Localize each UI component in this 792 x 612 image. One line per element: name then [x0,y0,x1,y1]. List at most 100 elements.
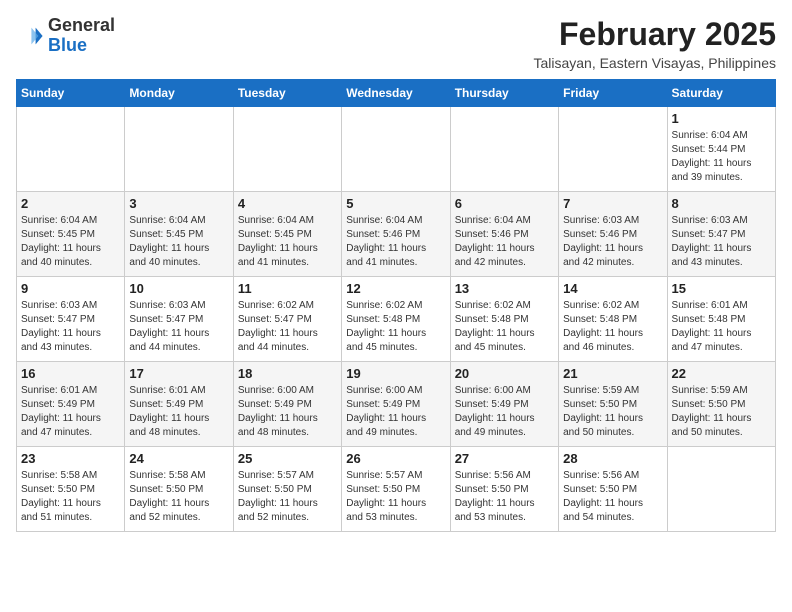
calendar-cell: 24Sunrise: 5:58 AM Sunset: 5:50 PM Dayli… [125,447,233,532]
calendar-cell: 4 Sunrise: 6:04 AM Sunset: 5:45 PM Daylig… [233,192,341,277]
day-number: 10 [129,281,228,296]
calendar-cell: 5 Sunrise: 6:04 AM Sunset: 5:46 PM Daylig… [342,192,450,277]
calendar-cell: 6 Sunrise: 6:04 AM Sunset: 5:46 PM Daylig… [450,192,558,277]
header-monday: Monday [125,80,233,107]
day-info: Sunrise: 6:03 AM Sunset: 5:47 PM Dayligh… [672,214,771,270]
calendar-cell: 3 Sunrise: 6:04 AM Sunset: 5:45 PM Daylig… [125,192,233,277]
calendar-week-row: 1 Sunrise: 6:04 AM Sunset: 5:44 PM Daylig… [17,107,776,192]
calendar-cell: 28 Sunrise: 5:56 AM Sunset: 5:50 PM Dayli… [559,447,667,532]
calendar-cell: 18 Sunrise: 6:00 AM Sunset: 5:49 PM Dayli… [233,362,341,447]
calendar-cell: 14 Sunrise: 6:02 AM Sunset: 5:48 PM Dayli… [559,277,667,362]
day-number: 28 [563,451,662,466]
calendar-week-row: 2 Sunrise: 6:04 AM Sunset: 5:45 PM Daylig… [17,192,776,277]
calendar-week-row: 16 Sunrise: 6:01 AM Sunset: 5:49 PM Dayli… [17,362,776,447]
day-number: 7 [563,196,662,211]
day-info: Sunrise: 6:02 AM Sunset: 5:48 PM Dayligh… [346,299,445,355]
header-saturday: Saturday [667,80,775,107]
day-info: Sunrise: 6:00 AM Sunset: 5:49 PM Dayligh… [455,384,554,440]
day-info: Sunrise: 5:56 AM Sunset: 5:50 PM Dayligh… [563,469,662,525]
calendar-table: SundayMondayTuesdayWednesdayThursdayFrid… [16,79,776,532]
calendar-cell: 17 Sunrise: 6:01 AM Sunset: 5:49 PM Dayli… [125,362,233,447]
logo-blue-text: Blue [48,35,87,55]
day-info: Sunrise: 6:04 AM Sunset: 5:44 PM Dayligh… [672,129,771,185]
day-info: Sunrise: 6:04 AM Sunset: 5:46 PM Dayligh… [455,214,554,270]
day-info: Sunrise: 6:01 AM Sunset: 5:49 PM Dayligh… [129,384,228,440]
day-number: 11 [238,281,337,296]
day-number: 1 [672,111,771,126]
calendar-cell: 22 Sunrise: 5:59 AM Sunset: 5:50 PM Dayli… [667,362,775,447]
day-number: 15 [672,281,771,296]
calendar-cell: 15Sunrise: 6:01 AM Sunset: 5:48 PM Dayli… [667,277,775,362]
day-info: Sunrise: 6:02 AM Sunset: 5:48 PM Dayligh… [563,299,662,355]
calendar-cell: 1 Sunrise: 6:04 AM Sunset: 5:44 PM Daylig… [667,107,775,192]
day-number: 25 [238,451,337,466]
day-number: 20 [455,366,554,381]
day-number: 2 [21,196,120,211]
day-info: Sunrise: 6:04 AM Sunset: 5:45 PM Dayligh… [21,214,120,270]
calendar-cell [342,107,450,192]
logo: General Blue [16,16,115,56]
day-number: 24 [129,451,228,466]
day-number: 17 [129,366,228,381]
day-info: Sunrise: 6:01 AM Sunset: 5:49 PM Dayligh… [21,384,120,440]
calendar-cell: 8 Sunrise: 6:03 AM Sunset: 5:47 PM Daylig… [667,192,775,277]
calendar-cell: 10 Sunrise: 6:03 AM Sunset: 5:47 PM Dayli… [125,277,233,362]
day-number: 5 [346,196,445,211]
header-wednesday: Wednesday [342,80,450,107]
day-number: 23 [21,451,120,466]
day-number: 14 [563,281,662,296]
calendar-cell: 12 Sunrise: 6:02 AM Sunset: 5:48 PM Dayli… [342,277,450,362]
calendar-week-row: 23 Sunrise: 5:58 AM Sunset: 5:50 PM Dayli… [17,447,776,532]
calendar-cell: 23 Sunrise: 5:58 AM Sunset: 5:50 PM Dayli… [17,447,125,532]
day-info: Sunrise: 6:04 AM Sunset: 5:45 PM Dayligh… [238,214,337,270]
day-info: Sunrise: 5:56 AM Sunset: 5:50 PM Dayligh… [455,469,554,525]
day-info: Sunrise: 6:03 AM Sunset: 5:47 PM Dayligh… [21,299,120,355]
month-title: February 2025 [533,16,776,53]
day-number: 16 [21,366,120,381]
calendar-cell [667,447,775,532]
day-number: 9 [21,281,120,296]
header-friday: Friday [559,80,667,107]
logo-general-text: General [48,15,115,35]
day-number: 8 [672,196,771,211]
calendar-cell [233,107,341,192]
calendar-cell: 2 Sunrise: 6:04 AM Sunset: 5:45 PM Daylig… [17,192,125,277]
day-info: Sunrise: 6:04 AM Sunset: 5:46 PM Dayligh… [346,214,445,270]
day-number: 21 [563,366,662,381]
day-info: Sunrise: 6:03 AM Sunset: 5:46 PM Dayligh… [563,214,662,270]
calendar-cell [125,107,233,192]
day-number: 22 [672,366,771,381]
day-info: Sunrise: 6:00 AM Sunset: 5:49 PM Dayligh… [346,384,445,440]
calendar-cell: 25 Sunrise: 5:57 AM Sunset: 5:50 PM Dayli… [233,447,341,532]
logo-icon [16,22,44,50]
day-info: Sunrise: 5:59 AM Sunset: 5:50 PM Dayligh… [563,384,662,440]
day-number: 13 [455,281,554,296]
calendar-cell: 20 Sunrise: 6:00 AM Sunset: 5:49 PM Dayli… [450,362,558,447]
calendar-cell: 27 Sunrise: 5:56 AM Sunset: 5:50 PM Dayli… [450,447,558,532]
day-info: Sunrise: 5:57 AM Sunset: 5:50 PM Dayligh… [238,469,337,525]
day-info: Sunrise: 6:03 AM Sunset: 5:47 PM Dayligh… [129,299,228,355]
calendar-cell [559,107,667,192]
day-number: 6 [455,196,554,211]
day-info: Sunrise: 6:00 AM Sunset: 5:49 PM Dayligh… [238,384,337,440]
day-number: 3 [129,196,228,211]
day-number: 18 [238,366,337,381]
calendar-cell: 19Sunrise: 6:00 AM Sunset: 5:49 PM Dayli… [342,362,450,447]
day-info: Sunrise: 5:59 AM Sunset: 5:50 PM Dayligh… [672,384,771,440]
day-info: Sunrise: 5:58 AM Sunset: 5:50 PM Dayligh… [21,469,120,525]
calendar-cell: 13Sunrise: 6:02 AM Sunset: 5:48 PM Dayli… [450,277,558,362]
day-number: 12 [346,281,445,296]
day-number: 27 [455,451,554,466]
header-tuesday: Tuesday [233,80,341,107]
page-header: General Blue February 2025 Talisayan, Ea… [16,16,776,71]
calendar-cell: 21 Sunrise: 5:59 AM Sunset: 5:50 PM Dayli… [559,362,667,447]
calendar-cell: 26Sunrise: 5:57 AM Sunset: 5:50 PM Dayli… [342,447,450,532]
day-number: 4 [238,196,337,211]
calendar-cell [450,107,558,192]
calendar-cell: 7 Sunrise: 6:03 AM Sunset: 5:46 PM Daylig… [559,192,667,277]
calendar-cell [17,107,125,192]
day-info: Sunrise: 6:04 AM Sunset: 5:45 PM Dayligh… [129,214,228,270]
day-info: Sunrise: 5:57 AM Sunset: 5:50 PM Dayligh… [346,469,445,525]
calendar-cell: 16 Sunrise: 6:01 AM Sunset: 5:49 PM Dayli… [17,362,125,447]
calendar-cell: 11Sunrise: 6:02 AM Sunset: 5:47 PM Dayli… [233,277,341,362]
